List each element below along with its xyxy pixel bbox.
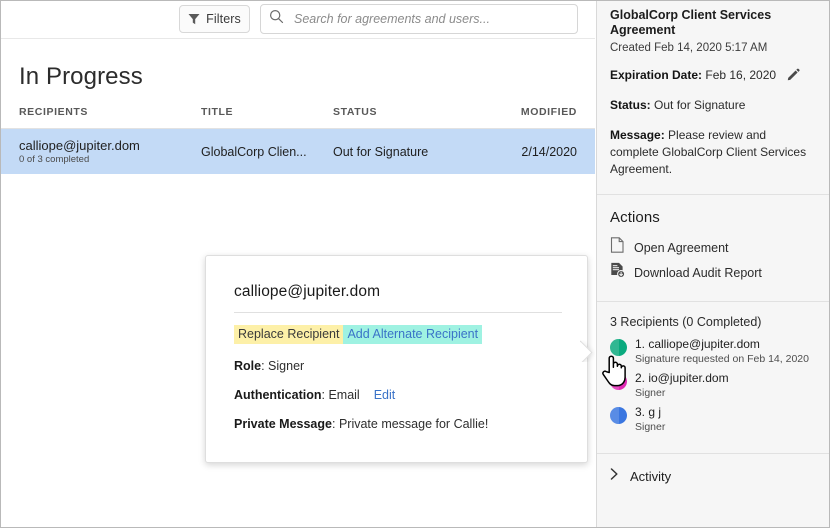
list-item[interactable]: 3. g j Signer xyxy=(610,405,816,439)
status-field: Status: Out for Signature xyxy=(610,84,816,114)
chevron-right-icon xyxy=(610,467,619,485)
avatar xyxy=(610,373,627,390)
popup-auth-value: Email xyxy=(328,388,359,402)
app-window: Filters In Progress RECIPIENTS TITLE STA… xyxy=(0,0,830,528)
recipient-name: 2. io@jupiter.dom xyxy=(635,371,729,386)
replace-recipient-link[interactable]: Replace Recipient xyxy=(234,325,343,344)
recipient-texts: 2. io@jupiter.dom Signer xyxy=(635,371,729,400)
search-input[interactable] xyxy=(292,11,569,27)
popup-role-line: Role: Signer xyxy=(234,359,304,373)
download-audit-report-label: Download Audit Report xyxy=(634,266,762,280)
agreements-table: RECIPIENTS TITLE STATUS MODIFIED calliop… xyxy=(1,106,595,174)
table-header-row: RECIPIENTS TITLE STATUS MODIFIED xyxy=(1,106,595,129)
recipient-status: Signature requested on Feb 14, 2020 xyxy=(635,352,809,366)
agreement-title: GlobalCorp Client Services Agreement xyxy=(610,1,816,38)
document-icon xyxy=(610,237,625,258)
column-header-title: TITLE xyxy=(201,106,333,118)
agreement-details-panel: GlobalCorp Client Services Agreement Cre… xyxy=(596,1,829,527)
cell-recipient-email: calliope@jupiter.dom xyxy=(19,138,201,153)
filters-button[interactable]: Filters xyxy=(179,5,250,33)
list-item[interactable]: 1. calliope@jupiter.dom Signature reques… xyxy=(610,337,816,371)
cell-status: Out for Signature xyxy=(333,145,513,159)
popup-arrow xyxy=(580,340,595,362)
filter-icon xyxy=(188,13,200,25)
cell-modified: 2/14/2020 xyxy=(513,145,577,159)
recipients-count-label: 3 Recipients (0 Completed) xyxy=(610,315,816,337)
recipient-name: 1. calliope@jupiter.dom xyxy=(635,337,809,352)
status-value: Out for Signature xyxy=(654,98,745,112)
popup-auth-key: Authentication xyxy=(234,388,322,402)
column-header-modified: MODIFIED xyxy=(513,106,577,118)
recipients-section: 3 Recipients (0 Completed) 1. calliope@j… xyxy=(597,302,829,453)
recipient-texts: 1. calliope@jupiter.dom Signature reques… xyxy=(635,337,809,366)
avatar xyxy=(610,339,627,356)
recipient-status: Signer xyxy=(635,420,665,434)
recipient-details-popup: calliope@jupiter.dom Replace Recipient A… xyxy=(205,255,588,463)
expiration-date-field: Expiration Date: Feb 16, 2020 xyxy=(610,54,816,84)
recipient-name: 3. g j xyxy=(635,405,665,420)
top-toolbar: Filters xyxy=(1,1,595,39)
popup-recipient-email: calliope@jupiter.dom xyxy=(234,283,380,301)
status-label: Status: xyxy=(610,98,651,112)
popup-auth-edit-link[interactable]: Edit xyxy=(374,388,396,402)
message-field: Message: Please review and complete Glob… xyxy=(610,114,816,194)
avatar xyxy=(610,407,627,424)
popup-private-message-key: Private Message xyxy=(234,417,332,431)
cell-title: GlobalCorp Clien... xyxy=(201,145,333,159)
open-agreement-action[interactable]: Open Agreement xyxy=(610,235,816,260)
list-item[interactable]: 2. io@jupiter.dom Signer xyxy=(610,371,816,405)
agreements-main-area: Filters In Progress RECIPIENTS TITLE STA… xyxy=(1,1,595,527)
popup-private-message-value: Private message for Callie! xyxy=(339,417,488,431)
popup-authentication-line: Authentication: EmailEdit xyxy=(234,388,395,402)
column-header-recipients: RECIPIENTS xyxy=(19,106,201,118)
popup-role-value: Signer xyxy=(268,359,304,373)
open-agreement-label: Open Agreement xyxy=(634,241,729,255)
search-box[interactable] xyxy=(260,4,578,34)
recipient-texts: 3. g j Signer xyxy=(635,405,665,434)
popup-divider xyxy=(234,312,562,313)
column-header-status: STATUS xyxy=(333,106,513,118)
cell-recipients: calliope@jupiter.dom 0 of 3 completed xyxy=(19,138,201,166)
add-alternate-recipient-link[interactable]: Add Alternate Recipient xyxy=(343,325,482,344)
cell-recipient-progress: 0 of 3 completed xyxy=(19,153,201,166)
agreement-summary-section: GlobalCorp Client Services Agreement Cre… xyxy=(597,1,829,194)
search-icon xyxy=(269,9,284,29)
activity-label: Activity xyxy=(630,469,671,484)
filters-label: Filters xyxy=(206,12,241,26)
pencil-icon[interactable] xyxy=(787,68,800,81)
expiration-date-label: Expiration Date: xyxy=(610,68,702,82)
page-title: In Progress xyxy=(19,63,143,91)
message-label: Message: xyxy=(610,128,665,142)
document-download-icon xyxy=(610,262,625,283)
table-row[interactable]: calliope@jupiter.dom 0 of 3 completed Gl… xyxy=(1,129,595,174)
popup-role-key: Role xyxy=(234,359,261,373)
actions-title: Actions xyxy=(610,209,816,235)
expiration-date-value: Feb 16, 2020 xyxy=(705,68,776,82)
recipient-status: Signer xyxy=(635,386,729,400)
activity-section-toggle[interactable]: Activity xyxy=(597,454,829,485)
popup-action-links: Replace Recipient Add Alternate Recipien… xyxy=(234,325,482,344)
popup-private-message-line: Private Message: Private message for Cal… xyxy=(234,417,488,431)
agreement-created-date: Created Feb 14, 2020 5:17 AM xyxy=(610,38,816,54)
download-audit-report-action[interactable]: Download Audit Report xyxy=(610,260,816,285)
actions-section: Actions Open Agreement xyxy=(597,195,829,301)
